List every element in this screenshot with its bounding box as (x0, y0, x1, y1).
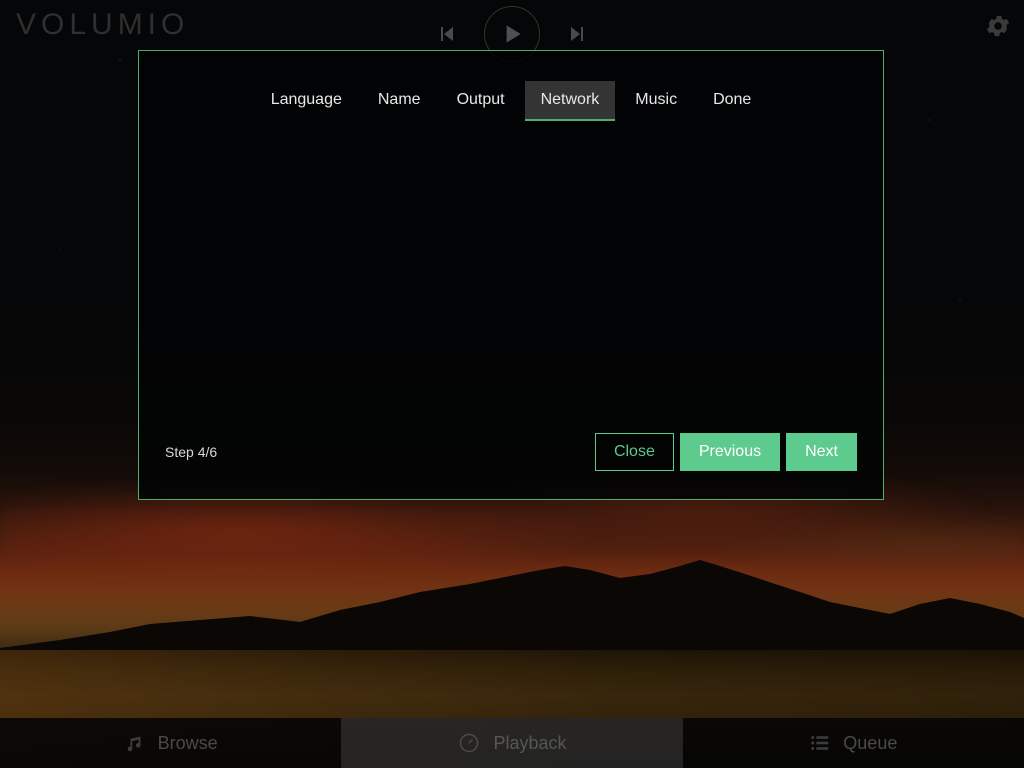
gear-icon[interactable] (984, 12, 1012, 40)
wizard-footer-buttons: Close Previous Next (594, 433, 857, 471)
close-button[interactable]: Close (594, 433, 674, 471)
setup-wizard-modal: Language Name Output Network Music Done … (138, 50, 884, 500)
bottom-navigation: Browse Playback Queue (0, 718, 1024, 768)
nav-item-queue[interactable]: Queue (682, 718, 1024, 768)
play-icon (506, 25, 521, 43)
tab-done[interactable]: Done (697, 81, 767, 121)
music-note-icon (124, 732, 146, 754)
nav-label-queue: Queue (843, 732, 898, 753)
skip-previous-icon[interactable] (434, 22, 458, 46)
tab-music[interactable]: Music (619, 81, 693, 121)
wizard-tabs: Language Name Output Network Music Done (139, 51, 883, 121)
nav-label-playback: Playback (493, 732, 567, 753)
tab-output[interactable]: Output (441, 81, 521, 121)
list-icon (809, 732, 831, 754)
tab-name[interactable]: Name (362, 81, 437, 121)
nav-label-browse: Browse (157, 732, 218, 753)
disc-clock-icon (457, 731, 481, 755)
tab-network[interactable]: Network (524, 81, 616, 121)
skip-next-icon[interactable] (566, 22, 590, 46)
volumio-app-screen: Volumio (0, 0, 1024, 768)
step-indicator: Step 4/6 (165, 444, 218, 460)
previous-button[interactable]: Previous (679, 433, 781, 471)
nav-item-browse[interactable]: Browse (0, 718, 342, 768)
wizard-content-area (139, 121, 883, 433)
next-button[interactable]: Next (786, 433, 857, 471)
wizard-footer: Step 4/6 Close Previous Next (139, 433, 883, 499)
nav-item-playback[interactable]: Playback (341, 718, 683, 768)
tab-language[interactable]: Language (255, 81, 358, 121)
